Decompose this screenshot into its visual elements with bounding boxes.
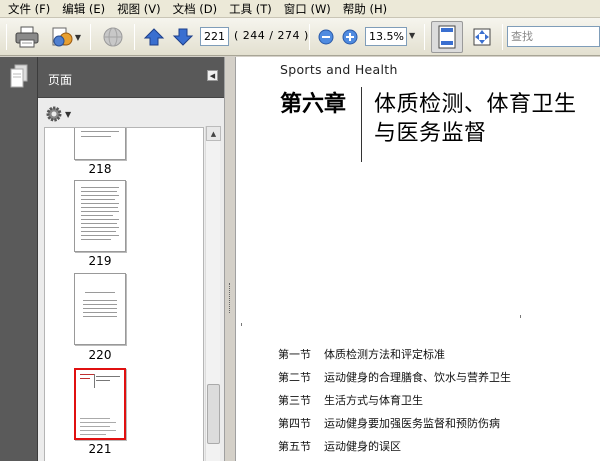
options-button[interactable]: ▼: [45, 105, 71, 123]
toolbar: ▼ ( 244 / 274 ) 13.5%: [0, 18, 600, 56]
document-running-header: Sports and Health: [280, 62, 398, 77]
toc-entry: 第五节 运动健身的误区: [278, 438, 401, 454]
menu-view[interactable]: 视图 (V): [111, 1, 167, 17]
fit-width-button[interactable]: [467, 22, 497, 52]
next-page-button[interactable]: [170, 22, 196, 52]
page-thumbnail-221[interactable]: [74, 368, 126, 440]
zoom-in-icon: [342, 29, 358, 45]
arrow-up-icon: [143, 28, 165, 46]
page-thumbnail-218[interactable]: [74, 128, 126, 160]
print-button[interactable]: [12, 22, 42, 52]
page-thumbnail-label: 221: [88, 442, 112, 456]
fit-page-icon: [438, 25, 456, 49]
toolbar-separator: [134, 24, 135, 50]
zoom-dropdown-icon[interactable]: ▼: [409, 31, 415, 40]
toolbar-separator: [90, 24, 91, 50]
collapse-panel-button[interactable]: ◀: [207, 70, 218, 81]
chapter-title-line1: 体质检测、体育卫生: [374, 92, 577, 117]
triangle-up-icon: ▲: [210, 129, 217, 138]
fit-width-icon: [473, 28, 491, 46]
zoom-level-field[interactable]: 13.5%: [365, 27, 407, 46]
toc-section-title: 运动健身要加强医务监督和预防伤病: [324, 417, 500, 430]
document-view[interactable]: Sports and Health 第六章 体质检测、体育卫生 与医务监督 第一…: [236, 57, 600, 461]
toolbar-grip: [6, 24, 7, 50]
options-dropdown-icon: ▼: [65, 109, 72, 119]
toc-section-number: 第二节: [278, 371, 311, 384]
menu-window[interactable]: 窗口 (W): [278, 1, 337, 17]
share-button[interactable]: ▼: [46, 22, 84, 52]
toc-section-number: 第三节: [278, 394, 311, 407]
toc-section-number: 第五节: [278, 440, 311, 453]
menu-tools[interactable]: 工具 (T): [223, 1, 278, 17]
zoom-in-button[interactable]: [340, 22, 360, 52]
panel-splitter[interactable]: [224, 57, 236, 461]
toolbar-separator: [502, 24, 503, 50]
zoom-out-button[interactable]: [316, 22, 336, 52]
toolbar-separator: [424, 24, 425, 50]
globe-icon: [103, 27, 123, 47]
page-count-label: ( 244 / 274 ): [234, 29, 309, 42]
toc-section-title: 体质检测方法和评定标准: [324, 348, 445, 361]
gear-icon: [46, 106, 62, 122]
toc-entry: 第三节 生活方式与体育卫生: [278, 392, 423, 408]
page-thumbnail-219[interactable]: [74, 180, 126, 252]
pages-panel-icon[interactable]: [9, 64, 29, 90]
menu-help[interactable]: 帮助 (H): [337, 1, 393, 17]
toc-section-number: 第四节: [278, 417, 311, 430]
arrow-down-icon: [172, 28, 194, 46]
toc-section-title: 生活方式与体育卫生: [324, 394, 423, 407]
web-button[interactable]: [98, 22, 128, 52]
page-thumbnail-220[interactable]: [74, 273, 126, 345]
document-share-icon: [52, 27, 73, 47]
previous-page-button[interactable]: [141, 22, 167, 52]
fit-page-button[interactable]: [431, 21, 463, 53]
pages-panel-title: 页面: [48, 73, 73, 87]
printer-icon: [15, 26, 39, 48]
menu-edit[interactable]: 编辑 (E): [56, 1, 111, 17]
search-input[interactable]: [507, 26, 600, 47]
chapter-number: 第六章: [280, 92, 347, 117]
triangle-left-icon: ◀: [209, 71, 216, 80]
scan-speck: [520, 315, 521, 318]
share-dropdown-icon: ▼: [74, 32, 82, 42]
menu-document[interactable]: 文档 (D): [167, 1, 223, 17]
thumbnail-list: 218 219 220 221: [44, 127, 204, 461]
toolbar-separator: [309, 24, 310, 50]
page-thumbnail-label: 219: [88, 254, 112, 268]
pages-panel: 页面 ◀ ▼ 218 219 220 221 ▲: [38, 57, 224, 461]
toc-section-number: 第一节: [278, 348, 311, 361]
page-thumbnail-label: 218: [88, 162, 112, 176]
chapter-divider: [361, 87, 362, 162]
thumbnail-scrollbar[interactable]: ▲: [205, 126, 221, 461]
pages-panel-header: 页面 ◀: [38, 57, 224, 98]
toc-section-title: 运动健身的误区: [324, 440, 401, 453]
scroll-up-button[interactable]: ▲: [206, 126, 221, 141]
scan-speck: [241, 323, 242, 326]
toc-entry: 第二节 运动健身的合理膳食、饮水与营养卫生: [278, 369, 511, 385]
chapter-title-line2: 与医务监督: [374, 121, 487, 146]
page-number-input[interactable]: [200, 27, 229, 46]
navigation-strip: [0, 57, 38, 461]
menu-file[interactable]: 文件 (F): [2, 1, 56, 17]
toc-entry: 第一节 体质检测方法和评定标准: [278, 346, 445, 362]
page-thumbnail-label: 220: [88, 348, 112, 362]
menu-bar: 文件 (F) 编辑 (E) 视图 (V) 文档 (D) 工具 (T) 窗口 (W…: [0, 0, 600, 18]
splitter-grip[interactable]: [229, 283, 231, 313]
zoom-out-icon: [318, 29, 334, 45]
scrollbar-thumb[interactable]: [207, 384, 220, 444]
toc-entry: 第四节 运动健身要加强医务监督和预防伤病: [278, 415, 500, 431]
toc-section-title: 运动健身的合理膳食、饮水与营养卫生: [324, 371, 511, 384]
